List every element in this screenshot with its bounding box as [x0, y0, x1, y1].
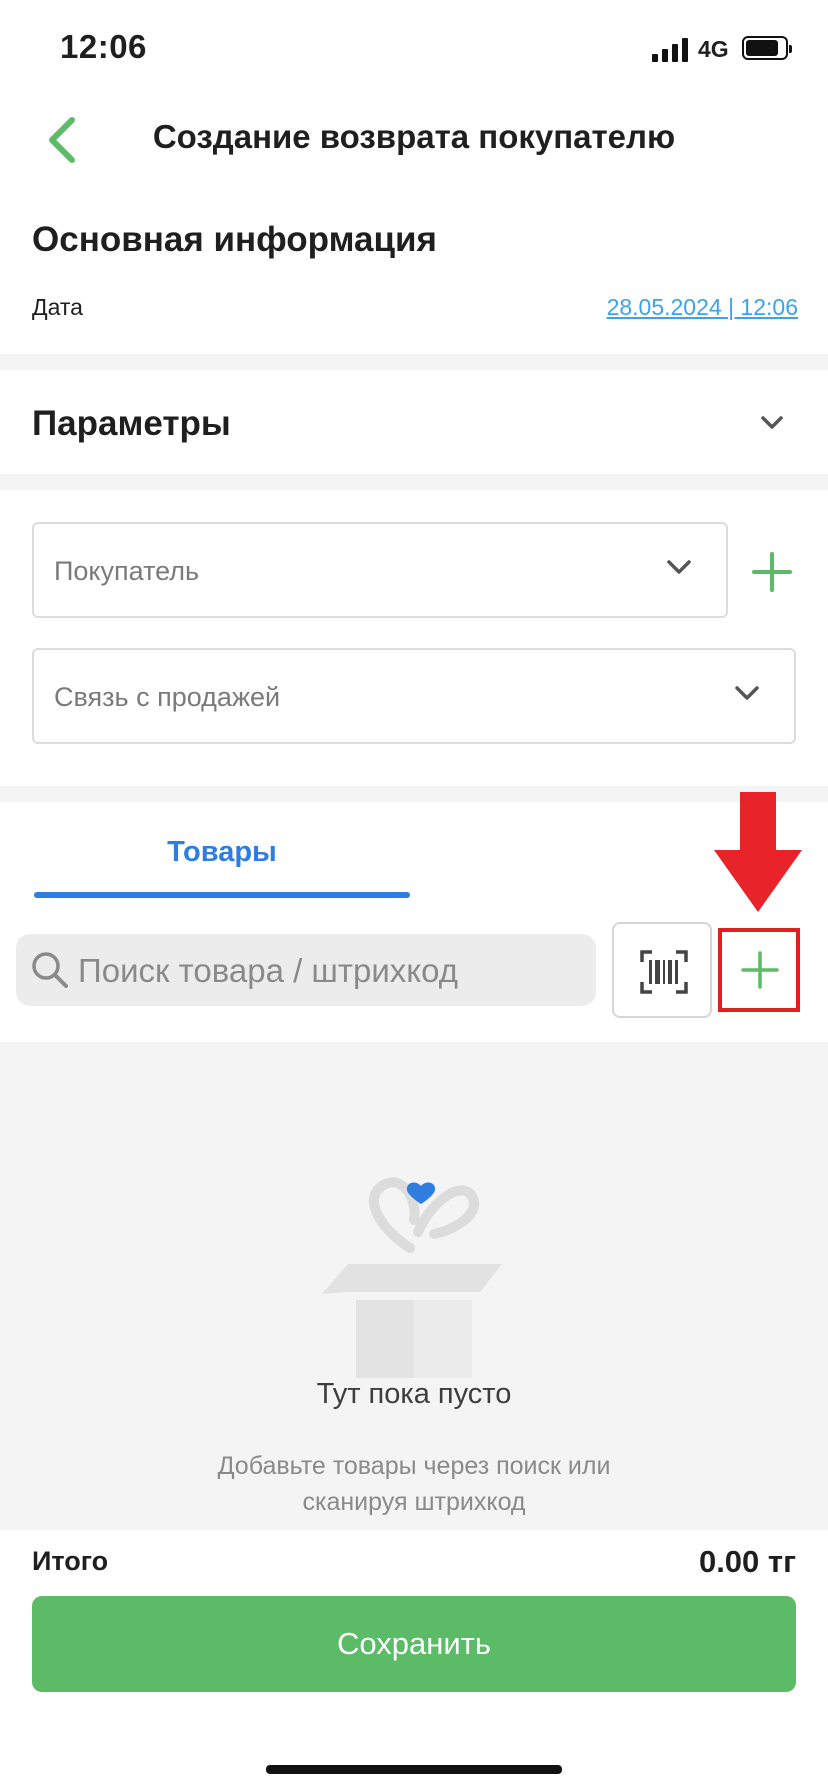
parameters-title: Параметры [32, 404, 231, 443]
section-divider [0, 474, 828, 490]
empty-title: Тут пока пусто [316, 1378, 512, 1410]
home-indicator [266, 1765, 562, 1774]
page-title: Создание возврата покупателю [152, 118, 676, 155]
plus-icon [741, 951, 779, 989]
parameters-header[interactable]: Параметры [0, 370, 828, 474]
main-info-title: Основная информация [32, 220, 437, 259]
product-search-input[interactable]: Поиск товара / штрихкод [16, 934, 596, 1006]
search-placeholder: Поиск товара / штрихкод [78, 952, 458, 989]
sale-link-placeholder: Связь с продажей [54, 682, 281, 712]
sale-link-select[interactable]: Связь с продажей [32, 648, 796, 744]
tab-products-label: Товары [167, 836, 277, 868]
chevron-down-icon [735, 686, 759, 700]
network-type: 4G [698, 36, 729, 62]
total-value: 0.00 тг [698, 1544, 796, 1579]
chevron-down-icon [761, 416, 783, 429]
tab-products[interactable]: Товары [34, 820, 410, 900]
total-label: Итого [32, 1546, 109, 1576]
save-button[interactable]: Сохранить [32, 1596, 796, 1692]
tab-active-underline [34, 892, 410, 898]
barcode-scan-button[interactable] [612, 922, 712, 1018]
signal-icon [652, 38, 688, 62]
section-divider [0, 786, 828, 802]
add-buyer-button[interactable] [748, 548, 796, 596]
chevron-down-icon [667, 560, 691, 574]
date-value-link[interactable]: 28.05.2024 | 12:06 [607, 294, 798, 321]
red-arrow-annotation [714, 792, 802, 912]
buyer-select[interactable]: Покупатель [32, 522, 728, 618]
add-product-button[interactable] [718, 928, 800, 1012]
date-label: Дата [32, 294, 83, 320]
plus-icon [752, 552, 792, 592]
empty-state: Тут пока пусто Добавьте товары через пои… [0, 1042, 828, 1530]
search-icon [32, 952, 68, 988]
empty-subtitle-line2: сканируя штрихкод [302, 1488, 526, 1516]
section-divider [0, 354, 828, 370]
status-time: 12:06 [60, 28, 147, 65]
battery-icon [742, 36, 792, 60]
barcode-scan-icon [640, 950, 688, 994]
empty-box-icon [322, 1177, 502, 1378]
buyer-placeholder: Покупатель [54, 556, 200, 586]
empty-subtitle-line1: Добавьте товары через поиск или [217, 1452, 611, 1480]
